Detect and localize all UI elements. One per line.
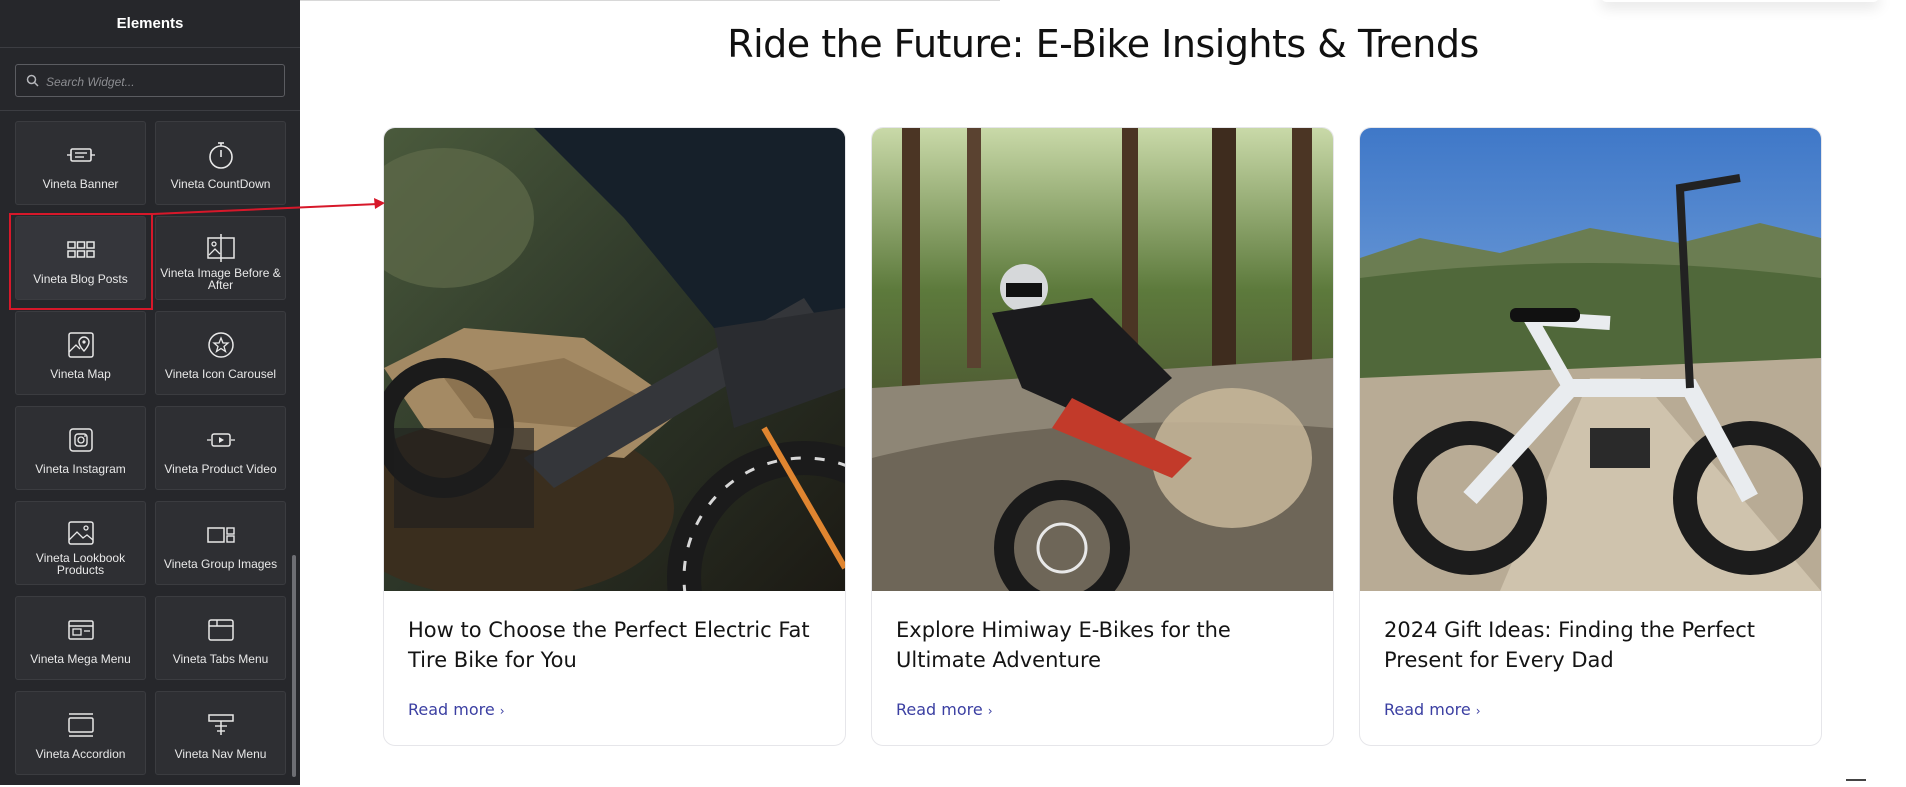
widget-vineta-lookbook-products[interactable]: Vineta Lookbook Products bbox=[15, 501, 146, 585]
accordion-icon bbox=[64, 708, 98, 742]
read-more-label: Read more bbox=[408, 700, 495, 719]
post-title[interactable]: How to Choose the Perfect Electric Fat T… bbox=[408, 615, 828, 675]
widget-label: Vineta Accordion bbox=[35, 747, 126, 761]
rider-on-fat-tire-ebike-photo[interactable] bbox=[384, 128, 845, 591]
widget-vineta-icon-carousel[interactable]: Vineta Icon Carousel bbox=[155, 311, 286, 395]
widget-vineta-nav-menu[interactable]: Vineta Nav Menu bbox=[155, 691, 286, 775]
elements-panel: Elements Vineta Banner Vineta CountDown … bbox=[0, 0, 300, 785]
corner-handle-icon bbox=[1846, 779, 1866, 787]
blog-post-card[interactable]: Explore Himiway E-Bikes for the Ultimate… bbox=[871, 127, 1334, 746]
widget-label: Vineta Blog Posts bbox=[33, 272, 128, 286]
widget-label: Vineta Lookbook Products bbox=[35, 551, 126, 577]
image-compare-icon bbox=[204, 233, 238, 263]
chevron-right-icon: › bbox=[499, 704, 505, 718]
banner-icon bbox=[64, 138, 98, 172]
chevron-right-icon: › bbox=[1475, 704, 1481, 718]
divider bbox=[0, 110, 300, 111]
search-input[interactable] bbox=[44, 65, 278, 98]
top-border bbox=[300, 0, 1000, 1]
panel-scrollbar[interactable] bbox=[292, 555, 296, 777]
widget-label: Vineta Product Video bbox=[164, 462, 277, 476]
top-shadow-decoration bbox=[1600, 0, 1880, 2]
widget-label: Vineta Tabs Menu bbox=[172, 652, 269, 666]
widget-vineta-accordion[interactable]: Vineta Accordion bbox=[15, 691, 146, 775]
widget-label: Vineta Nav Menu bbox=[174, 747, 267, 761]
read-more-link[interactable]: Read more › bbox=[1384, 700, 1481, 719]
widget-label: Vineta Icon Carousel bbox=[164, 367, 277, 381]
read-more-link[interactable]: Read more › bbox=[408, 700, 505, 719]
tabs-icon bbox=[204, 613, 238, 647]
section-heading: Ride the Future: E-Bike Insights & Trend… bbox=[727, 22, 1479, 66]
post-title[interactable]: Explore Himiway E-Bikes for the Ultimate… bbox=[896, 615, 1316, 675]
widget-vineta-group-images[interactable]: Vineta Group Images bbox=[155, 501, 286, 585]
read-more-label: Read more bbox=[896, 700, 983, 719]
group-images-icon bbox=[204, 518, 238, 552]
grid-icon bbox=[64, 233, 98, 267]
widget-label: Vineta CountDown bbox=[170, 177, 271, 191]
lookbook-image-icon bbox=[64, 518, 98, 548]
widget-label: Vineta Mega Menu bbox=[30, 652, 131, 666]
read-more-link[interactable]: Read more › bbox=[896, 700, 993, 719]
stopwatch-icon bbox=[204, 138, 238, 172]
blog-post-card[interactable]: How to Choose the Perfect Electric Fat T… bbox=[383, 127, 846, 746]
widget-label: Vineta Image Before & After bbox=[160, 266, 281, 292]
mega-menu-icon bbox=[64, 613, 98, 647]
widget-grid: Vineta Banner Vineta CountDown Vineta Bl… bbox=[15, 121, 286, 775]
widget-vineta-blog-posts[interactable]: Vineta Blog Posts bbox=[15, 216, 146, 300]
widget-vineta-image-before-after[interactable]: Vineta Image Before & After bbox=[155, 216, 286, 300]
nav-menu-icon bbox=[204, 708, 238, 742]
widget-vineta-countdown[interactable]: Vineta CountDown bbox=[155, 121, 286, 205]
blog-post-card[interactable]: 2024 Gift Ideas: Finding the Perfect Pre… bbox=[1359, 127, 1822, 746]
map-pin-icon bbox=[64, 328, 98, 362]
widget-label: Vineta Group Images bbox=[163, 557, 278, 571]
search-icon bbox=[26, 74, 39, 87]
widget-vineta-banner[interactable]: Vineta Banner bbox=[15, 121, 146, 205]
read-more-label: Read more bbox=[1384, 700, 1471, 719]
chevron-right-icon: › bbox=[987, 704, 993, 718]
mountain-biker-in-forest-photo[interactable] bbox=[872, 128, 1333, 591]
video-play-icon bbox=[204, 423, 238, 457]
widget-vineta-product-video[interactable]: Vineta Product Video bbox=[155, 406, 286, 490]
search-box[interactable] bbox=[15, 64, 285, 98]
instagram-icon bbox=[64, 423, 98, 457]
panel-title: Elements bbox=[0, 0, 300, 48]
widget-vineta-tabs-menu[interactable]: Vineta Tabs Menu bbox=[155, 596, 286, 680]
post-title[interactable]: 2024 Gift Ideas: Finding the Perfect Pre… bbox=[1384, 615, 1804, 675]
white-folding-ebike-photo[interactable] bbox=[1360, 128, 1821, 591]
widget-vineta-map[interactable]: Vineta Map bbox=[15, 311, 146, 395]
star-circle-icon bbox=[204, 328, 238, 362]
widget-vineta-instagram[interactable]: Vineta Instagram bbox=[15, 406, 146, 490]
widget-label: Vineta Banner bbox=[42, 177, 119, 191]
widget-label: Vineta Map bbox=[50, 367, 111, 381]
widget-vineta-mega-menu[interactable]: Vineta Mega Menu bbox=[15, 596, 146, 680]
widget-label: Vineta Instagram bbox=[35, 462, 126, 476]
